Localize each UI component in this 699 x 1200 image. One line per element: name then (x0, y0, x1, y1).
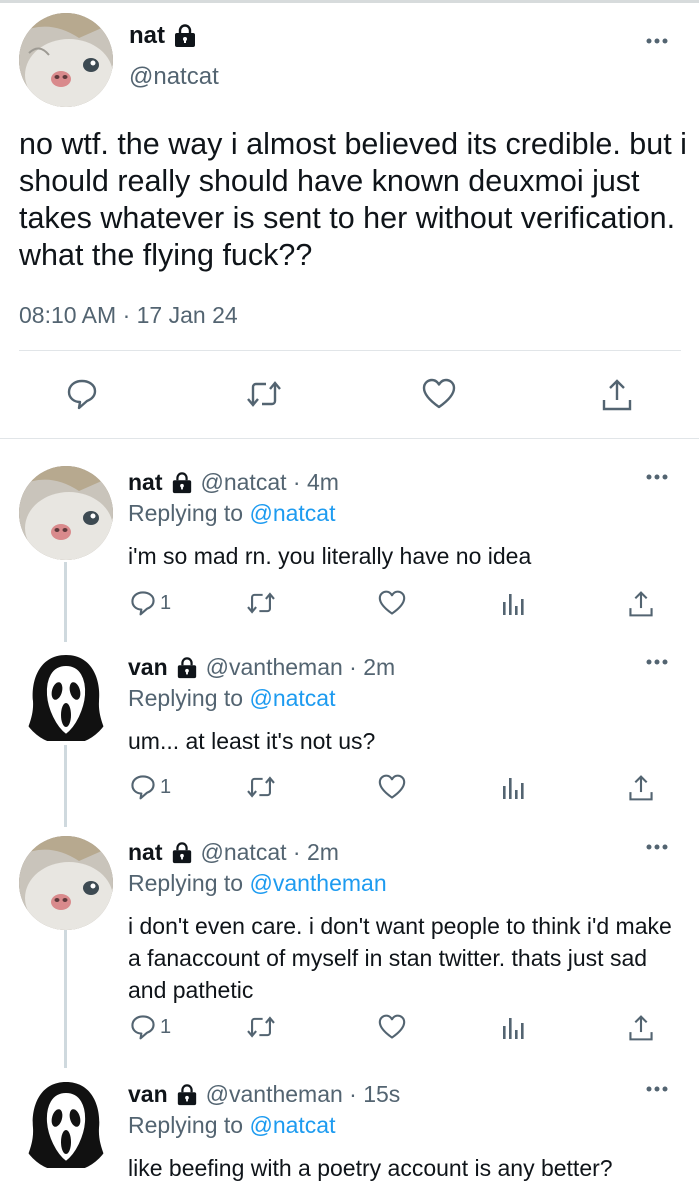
more-options-icon[interactable] (646, 1086, 668, 1092)
reply-text: i don't even care. i don't want people t… (128, 913, 672, 1003)
display-name[interactable]: nat (128, 839, 163, 866)
display-name[interactable]: nat (128, 469, 163, 496)
reply-icon[interactable] (130, 1014, 156, 1040)
share-icon[interactable] (628, 590, 654, 618)
lock-icon (171, 471, 193, 494)
reply-button[interactable]: 1 (130, 1014, 171, 1040)
replying-to: Replying to @natcat (128, 500, 335, 527)
lock-icon (176, 1083, 198, 1106)
replying-to-label: Replying to (128, 685, 250, 711)
reply-text: i'm so mad rn. you literally have no ide… (128, 543, 532, 569)
tweet-text: no wtf. the way i almost believed its cr… (19, 127, 687, 272)
retweet-icon[interactable] (246, 1014, 276, 1040)
like-icon[interactable] (377, 774, 407, 800)
author-name-row: nat (129, 22, 197, 50)
avatar[interactable] (19, 1078, 113, 1172)
replying-to: Replying to @natcat (128, 1112, 335, 1139)
divider (0, 438, 699, 439)
avatar[interactable] (19, 466, 113, 560)
top-border (0, 0, 699, 3)
mention-link[interactable]: @natcat (249, 1112, 335, 1138)
action-bar: 1 (0, 1014, 699, 1048)
handle-time[interactable]: @natcat · 2m (201, 839, 339, 866)
replying-to-label: Replying to (128, 1112, 250, 1138)
reply-button[interactable]: 1 (130, 774, 171, 800)
reply-count: 1 (160, 591, 172, 614)
reply-header: van @vantheman · 15s (128, 1081, 400, 1108)
mention-link[interactable]: @natcat (249, 500, 335, 526)
analytics-icon[interactable] (502, 590, 524, 616)
more-options-icon[interactable] (646, 844, 668, 850)
handle[interactable]: @natcat (129, 63, 219, 91)
analytics-icon[interactable] (502, 1014, 524, 1040)
display-name[interactable]: nat (129, 22, 165, 50)
retweet-icon[interactable] (246, 590, 276, 616)
timestamp[interactable]: 08:10 AM · 17 Jan 24 (19, 302, 238, 329)
like-icon[interactable] (421, 378, 457, 410)
share-icon[interactable] (628, 1014, 654, 1042)
reply-text: like beefing with a poetry account is an… (128, 1155, 613, 1181)
lock-icon (171, 841, 193, 864)
reply-icon[interactable] (130, 590, 156, 616)
handle-time[interactable]: @vantheman · 15s (206, 1081, 401, 1108)
divider (19, 350, 681, 351)
display-name[interactable]: van (128, 654, 168, 681)
replying-to-label: Replying to (128, 500, 250, 526)
mention-link[interactable]: @vantheman (249, 870, 386, 896)
retweet-icon[interactable] (246, 774, 276, 800)
display-name[interactable]: van (128, 1081, 168, 1108)
more-options-icon[interactable] (646, 38, 668, 44)
avatar[interactable] (19, 836, 113, 930)
retweet-icon[interactable] (246, 378, 282, 410)
reply-icon[interactable] (66, 378, 98, 410)
replying-to-label: Replying to (128, 870, 250, 896)
reply-header: van @vantheman · 2m (128, 654, 395, 681)
lock-icon (176, 656, 198, 679)
replying-to: Replying to @vantheman (128, 870, 387, 897)
reply-count: 1 (160, 775, 172, 798)
action-bar (0, 378, 699, 418)
mention-link[interactable]: @natcat (249, 685, 335, 711)
reply-text: um... at least it's not us? (128, 728, 376, 754)
analytics-icon[interactable] (502, 774, 524, 800)
action-bar: 1 (0, 774, 699, 808)
like-icon[interactable] (377, 590, 407, 616)
avatar[interactable] (19, 13, 113, 107)
more-options-icon[interactable] (646, 659, 668, 665)
reply-count: 1 (160, 1015, 172, 1038)
share-icon[interactable] (601, 378, 633, 412)
like-icon[interactable] (377, 1014, 407, 1040)
replying-to: Replying to @natcat (128, 685, 335, 712)
reply-header: nat @natcat · 4m (128, 469, 339, 496)
action-bar: 1 (0, 590, 699, 624)
avatar[interactable] (19, 651, 113, 745)
reply-button[interactable]: 1 (130, 590, 171, 616)
handle-time[interactable]: @natcat · 4m (201, 469, 339, 496)
share-icon[interactable] (628, 774, 654, 802)
lock-icon (173, 24, 197, 48)
more-options-icon[interactable] (646, 474, 668, 480)
handle-time[interactable]: @vantheman · 2m (206, 654, 396, 681)
reply-header: nat @natcat · 2m (128, 839, 339, 866)
reply-icon[interactable] (130, 774, 156, 800)
